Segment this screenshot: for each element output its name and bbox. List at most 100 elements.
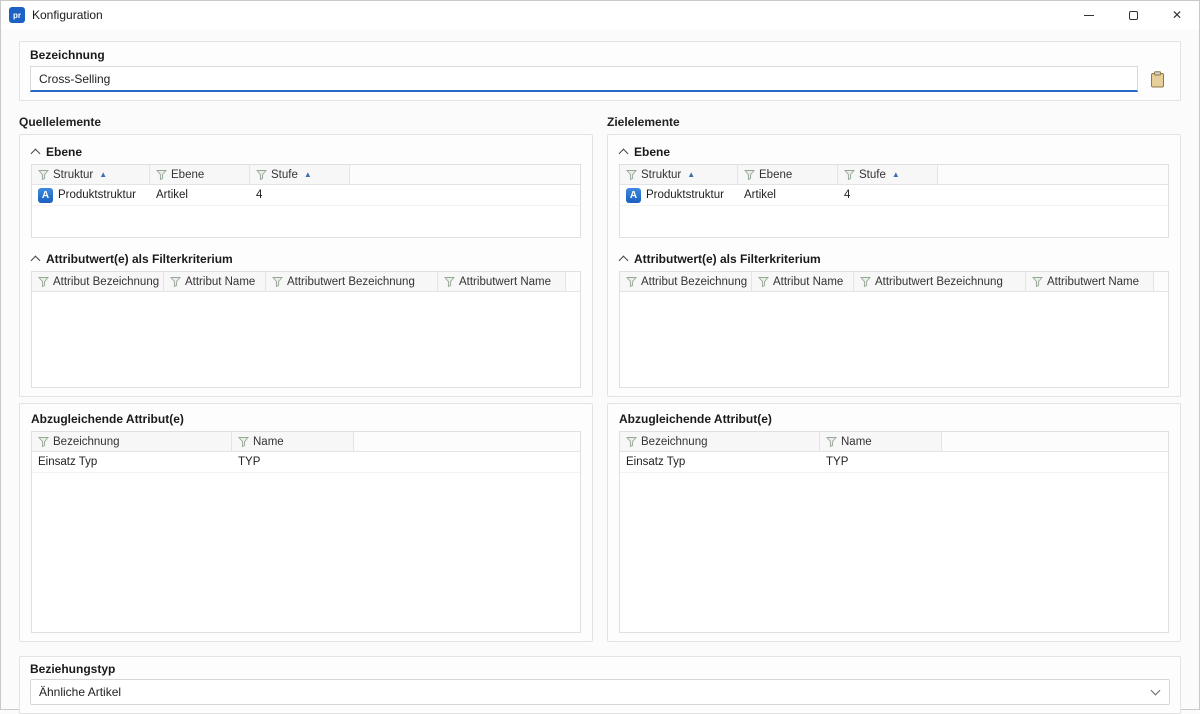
section-label: Ebene	[46, 145, 82, 159]
column-header-attribut-name[interactable]: Attribut Name	[164, 272, 266, 292]
app-icon-label: pr	[13, 11, 21, 20]
target-panel: Zielelemente Ebene Struktur ▲	[607, 115, 1181, 642]
column-header-ebene[interactable]: Ebene	[150, 165, 250, 185]
column-label: Bezeichnung	[53, 436, 120, 448]
column-header-bezeichnung[interactable]: Bezeichnung	[620, 432, 820, 452]
target-upper-group: Ebene Struktur ▲ Ebene	[607, 134, 1181, 397]
collapse-icon	[619, 149, 629, 159]
column-label: Attributwert Name	[459, 276, 551, 288]
column-header-bezeichnung[interactable]: Bezeichnung	[32, 432, 232, 452]
column-header-stufe[interactable]: Stufe ▲	[838, 165, 938, 185]
header-filler	[354, 432, 580, 452]
column-label: Struktur	[53, 169, 93, 181]
column-header-attributwert-bezeichnung[interactable]: Attributwert Bezeichnung	[854, 272, 1026, 292]
filter-icon[interactable]	[744, 169, 755, 180]
target-ebene-table: Struktur ▲ Ebene Stufe ▲	[619, 164, 1169, 238]
column-label: Name	[841, 436, 872, 448]
bezeichnung-input[interactable]	[30, 66, 1138, 92]
table-row[interactable]: A Produktstruktur Artikel 4	[32, 185, 580, 206]
source-section-filter[interactable]: Attributwert(e) als Filterkriterium	[31, 250, 581, 268]
source-section-ebene[interactable]: Ebene	[31, 143, 581, 161]
source-upper-group: Ebene Struktur ▲ Ebene	[19, 134, 593, 397]
collapse-icon	[31, 256, 41, 266]
stufe-cell: 4	[838, 185, 938, 205]
column-header-attribut-bezeichnung[interactable]: Attribut Bezeichnung	[620, 272, 752, 292]
filter-icon[interactable]	[626, 436, 637, 447]
source-panel: Quellelemente Ebene Struktur ▲	[19, 115, 593, 642]
column-label: Name	[253, 436, 284, 448]
column-label: Stufe	[271, 169, 298, 181]
column-header-struktur[interactable]: Struktur ▲	[32, 165, 150, 185]
source-attrs-group: Abzugleichende Attribut(e) Bezeichnung N…	[19, 403, 593, 642]
filter-icon[interactable]	[626, 169, 637, 180]
struktur-cell: A Produktstruktur	[620, 185, 738, 205]
target-attrs-table: Bezeichnung Name Einsatz Typ TYP	[619, 431, 1169, 633]
filter-icon[interactable]	[38, 169, 49, 180]
minimize-icon	[1084, 15, 1094, 16]
beziehungstyp-label: Beziehungstyp	[30, 662, 1170, 676]
clipboard-icon	[1150, 71, 1165, 88]
section-label: Attributwert(e) als Filterkriterium	[46, 252, 233, 266]
column-header-struktur[interactable]: Struktur ▲	[620, 165, 738, 185]
column-label: Struktur	[641, 169, 681, 181]
filter-icon[interactable]	[238, 436, 249, 447]
column-label: Attribut Bezeichnung	[641, 276, 747, 288]
window-titlebar[interactable]: pr Konfiguration ✕	[1, 1, 1199, 29]
minimize-button[interactable]	[1067, 1, 1111, 29]
bezeichnung-cell: Einsatz Typ	[32, 452, 232, 472]
filter-icon[interactable]	[38, 436, 49, 447]
window-controls: ✕	[1067, 1, 1199, 29]
column-header-attributwert-name[interactable]: Attributwert Name	[1026, 272, 1154, 292]
filter-icon[interactable]	[156, 169, 167, 180]
name-cell: TYP	[820, 452, 942, 472]
target-filter-table: Attribut Bezeichnung Attribut Name Attri…	[619, 271, 1169, 388]
sort-asc-icon: ▲	[892, 171, 900, 179]
column-header-name[interactable]: Name	[820, 432, 942, 452]
table-row[interactable]: Einsatz Typ TYP	[32, 452, 580, 473]
column-header-attribut-name[interactable]: Attribut Name	[752, 272, 854, 292]
name-cell: TYP	[232, 452, 354, 472]
target-section-filter[interactable]: Attributwert(e) als Filterkriterium	[619, 250, 1169, 268]
section-label: Attributwert(e) als Filterkriterium	[634, 252, 821, 266]
column-header-attributwert-name[interactable]: Attributwert Name	[438, 272, 566, 292]
column-header-name[interactable]: Name	[232, 432, 354, 452]
beziehungstyp-select[interactable]: Ähnliche Artikel	[30, 679, 1170, 705]
header-filler	[350, 165, 580, 185]
filter-icon[interactable]	[1032, 276, 1043, 287]
target-section-ebene[interactable]: Ebene	[619, 143, 1169, 161]
source-attrs-table: Bezeichnung Name Einsatz Typ TYP	[31, 431, 581, 633]
column-header-attributwert-bezeichnung[interactable]: Attributwert Bezeichnung	[266, 272, 438, 292]
filter-icon[interactable]	[272, 276, 283, 287]
filter-icon[interactable]	[256, 169, 267, 180]
maximize-button[interactable]	[1111, 1, 1155, 29]
filter-icon[interactable]	[860, 276, 871, 287]
table-row[interactable]: A Produktstruktur Artikel 4	[620, 185, 1168, 206]
filter-icon[interactable]	[38, 276, 49, 287]
paste-button[interactable]	[1144, 66, 1170, 92]
table-row[interactable]: Einsatz Typ TYP	[620, 452, 1168, 473]
column-header-attribut-bezeichnung[interactable]: Attribut Bezeichnung	[32, 272, 164, 292]
filter-icon[interactable]	[844, 169, 855, 180]
source-panel-title: Quellelemente	[19, 115, 593, 129]
filter-icon[interactable]	[444, 276, 455, 287]
bezeichnung-cell: Einsatz Typ	[620, 452, 820, 472]
target-panel-title: Zielelemente	[607, 115, 1181, 129]
filter-icon[interactable]	[826, 436, 837, 447]
header-filler	[566, 272, 580, 292]
sort-asc-icon: ▲	[99, 171, 107, 179]
window-title: Konfiguration	[32, 8, 103, 22]
filter-icon[interactable]	[626, 276, 637, 287]
column-header-stufe[interactable]: Stufe ▲	[250, 165, 350, 185]
bezeichnung-label: Bezeichnung	[30, 48, 1170, 62]
filter-icon[interactable]	[170, 276, 181, 287]
chevron-down-icon	[1151, 686, 1161, 696]
table-header: Bezeichnung Name	[620, 432, 1168, 452]
konfiguration-dialog: pr Konfiguration ✕ Bezeichnung	[0, 0, 1200, 710]
maximize-icon	[1129, 11, 1138, 20]
artikel-icon: A	[626, 188, 641, 203]
header-filler	[1154, 272, 1168, 292]
table-header: Attribut Bezeichnung Attribut Name Attri…	[32, 272, 580, 292]
filter-icon[interactable]	[758, 276, 769, 287]
close-button[interactable]: ✕	[1155, 1, 1199, 29]
column-header-ebene[interactable]: Ebene	[738, 165, 838, 185]
